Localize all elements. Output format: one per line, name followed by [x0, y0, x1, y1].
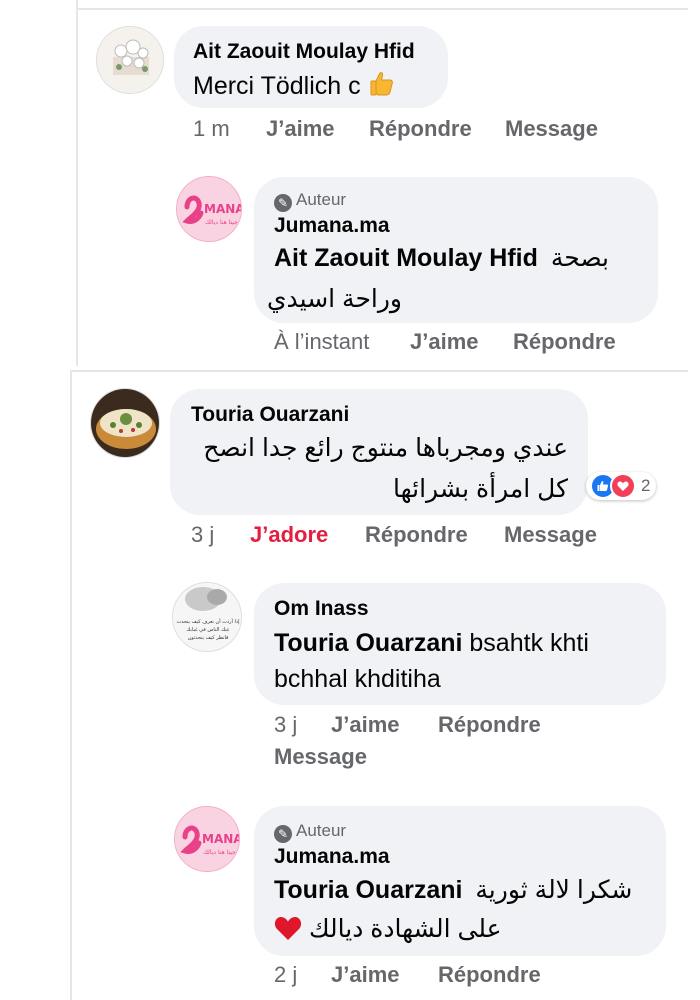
reply-text-line2: bchhal khditiha	[274, 665, 441, 693]
thread1-divider-top	[76, 8, 688, 10]
comment-time[interactable]: 3 j	[191, 522, 214, 548]
reply-text-arabic-2: وراحة اسيدي	[266, 285, 402, 313]
reply-actions-row2: Message	[274, 744, 474, 770]
mention-ait-zaouit[interactable]: Ait Zaouit Moulay Hfid	[274, 244, 538, 272]
reply-button[interactable]: Répondre	[438, 712, 541, 738]
message-button[interactable]: Message	[505, 116, 598, 142]
comment-text-content: Merci Tödlich c	[193, 72, 361, 100]
like-button[interactable]: J’aime	[266, 116, 335, 142]
reply-button[interactable]: Répondre	[438, 962, 541, 988]
avatar-quote-line2: عنك الناس في غيابك	[186, 627, 229, 633]
comment-time[interactable]: 1 m	[193, 116, 230, 142]
pencil-icon: ✎	[274, 825, 292, 843]
avatar-quote-line1: إذا أردت أن تعرف كيف يتحدث	[176, 618, 240, 625]
comment-text: Merci Tödlich c	[193, 69, 396, 104]
avatar-ait-zaouit-image	[97, 27, 163, 93]
reply-time[interactable]: 3 j	[274, 712, 297, 738]
jumana-logo-icon: MANA جيتا هنا ديالك	[175, 807, 240, 871]
reaction-summary[interactable]: 2	[586, 472, 657, 500]
love-button[interactable]: J’adore	[250, 522, 328, 548]
reply-actions: 2 j J’aime Répondre	[274, 962, 654, 988]
reply-text-line2: وراحة اسيدي	[267, 284, 402, 314]
reply-text-arabic-2: على الشهادة ديالك	[308, 915, 502, 943]
comment-actions: 1 m J’aime Répondre Message	[193, 116, 643, 142]
avatar-touria[interactable]	[90, 388, 160, 458]
reply-button[interactable]: Répondre	[365, 522, 468, 548]
author-badge-label: Auteur	[296, 821, 347, 840]
avatar-jumana[interactable]: MANA جيتا هنا ديالك	[176, 176, 242, 242]
avatar-om-inass-image: إذا أردت أن تعرف كيف يتحدث عنك الناس في …	[173, 583, 241, 651]
like-button[interactable]: J’aime	[331, 962, 400, 988]
logo-tagline: جيتا هنا ديالك	[203, 849, 236, 856]
reply-text-line1: Ait Zaouit Moulay Hfid بصحة	[274, 243, 614, 273]
reply-text-arabic-1: شكرا لالة ثورية	[475, 876, 633, 904]
logo-tagline: جيتا هنا ديالك	[205, 219, 238, 226]
like-button[interactable]: J’aime	[331, 712, 400, 738]
reaction-count: 2	[641, 476, 651, 495]
reply-text-line2: على الشهادة ديالك	[274, 914, 502, 948]
comment-author[interactable]: Ait Zaouit Moulay Hfid	[193, 40, 415, 64]
reply-text-line1: Touria Ouarzani شكرا لالة ثورية	[274, 875, 634, 905]
love-reaction-icon	[610, 473, 636, 499]
red-heart-emoji-icon	[274, 915, 302, 948]
avatar-touria-image	[91, 389, 159, 457]
message-button[interactable]: Message	[274, 744, 367, 770]
reply-time[interactable]: À l’instant	[274, 329, 369, 355]
reply-author[interactable]: Jumana.ma	[274, 845, 390, 869]
thread1-divider-left	[76, 0, 78, 366]
avatar-ait-zaouit[interactable]	[96, 26, 164, 94]
reply-button[interactable]: Répondre	[369, 116, 472, 142]
thread2-divider-left	[70, 370, 72, 1000]
thread2-divider-top	[70, 370, 688, 372]
avatar-quote-line3: فانظر كيف يتحدثون	[188, 635, 229, 641]
comment-text-line1: عندي ومجرباها منتوج رائع جدا انصح	[190, 433, 568, 463]
comment-text-arabic-1: عندي ومجرباها منتوج رائع جدا انصح	[203, 434, 568, 462]
reply-text-arabic-1: بصحة	[550, 244, 610, 272]
reply-author[interactable]: Jumana.ma	[274, 214, 390, 238]
mention-touria[interactable]: Touria Ouarzani	[274, 876, 462, 904]
author-badge: ✎ Auteur	[274, 190, 346, 212]
jumana-logo-icon: MANA جيتا هنا ديالك	[177, 177, 242, 241]
thumbs-up-emoji-icon	[368, 69, 396, 104]
author-badge: ✎ Auteur	[274, 821, 346, 843]
like-button[interactable]: J’aime	[410, 329, 479, 355]
reply-button[interactable]: Répondre	[513, 329, 616, 355]
mention-touria[interactable]: Touria Ouarzani	[274, 629, 462, 657]
pencil-icon: ✎	[274, 194, 292, 212]
logo-word: MANA	[204, 202, 242, 216]
avatar-jumana[interactable]: MANA جيتا هنا ديالك	[174, 806, 240, 872]
comment-text-line2: كل امرأة بشرائها	[360, 474, 568, 504]
reply-time[interactable]: 2 j	[274, 962, 297, 988]
avatar-om-inass[interactable]: إذا أردت أن تعرف كيف يتحدث عنك الناس في …	[172, 582, 242, 652]
message-button[interactable]: Message	[504, 522, 597, 548]
reply-actions: 3 j J’aime Répondre	[274, 712, 654, 738]
logo-word: MANA	[202, 832, 240, 846]
author-badge-label: Auteur	[296, 190, 347, 209]
reply-text-1: bsahtk khti	[469, 629, 589, 657]
comment-text-arabic-2: كل امرأة بشرائها	[393, 475, 568, 503]
reply-author[interactable]: Om Inass	[274, 597, 369, 621]
reply-text-line1: Touria Ouarzani bsahtk khti	[274, 629, 589, 658]
comment-actions: 3 j J’adore Répondre Message	[191, 522, 641, 548]
reply-actions: À l’instant J’aime Répondre	[274, 329, 654, 355]
comment-author[interactable]: Touria Ouarzani	[191, 403, 349, 427]
